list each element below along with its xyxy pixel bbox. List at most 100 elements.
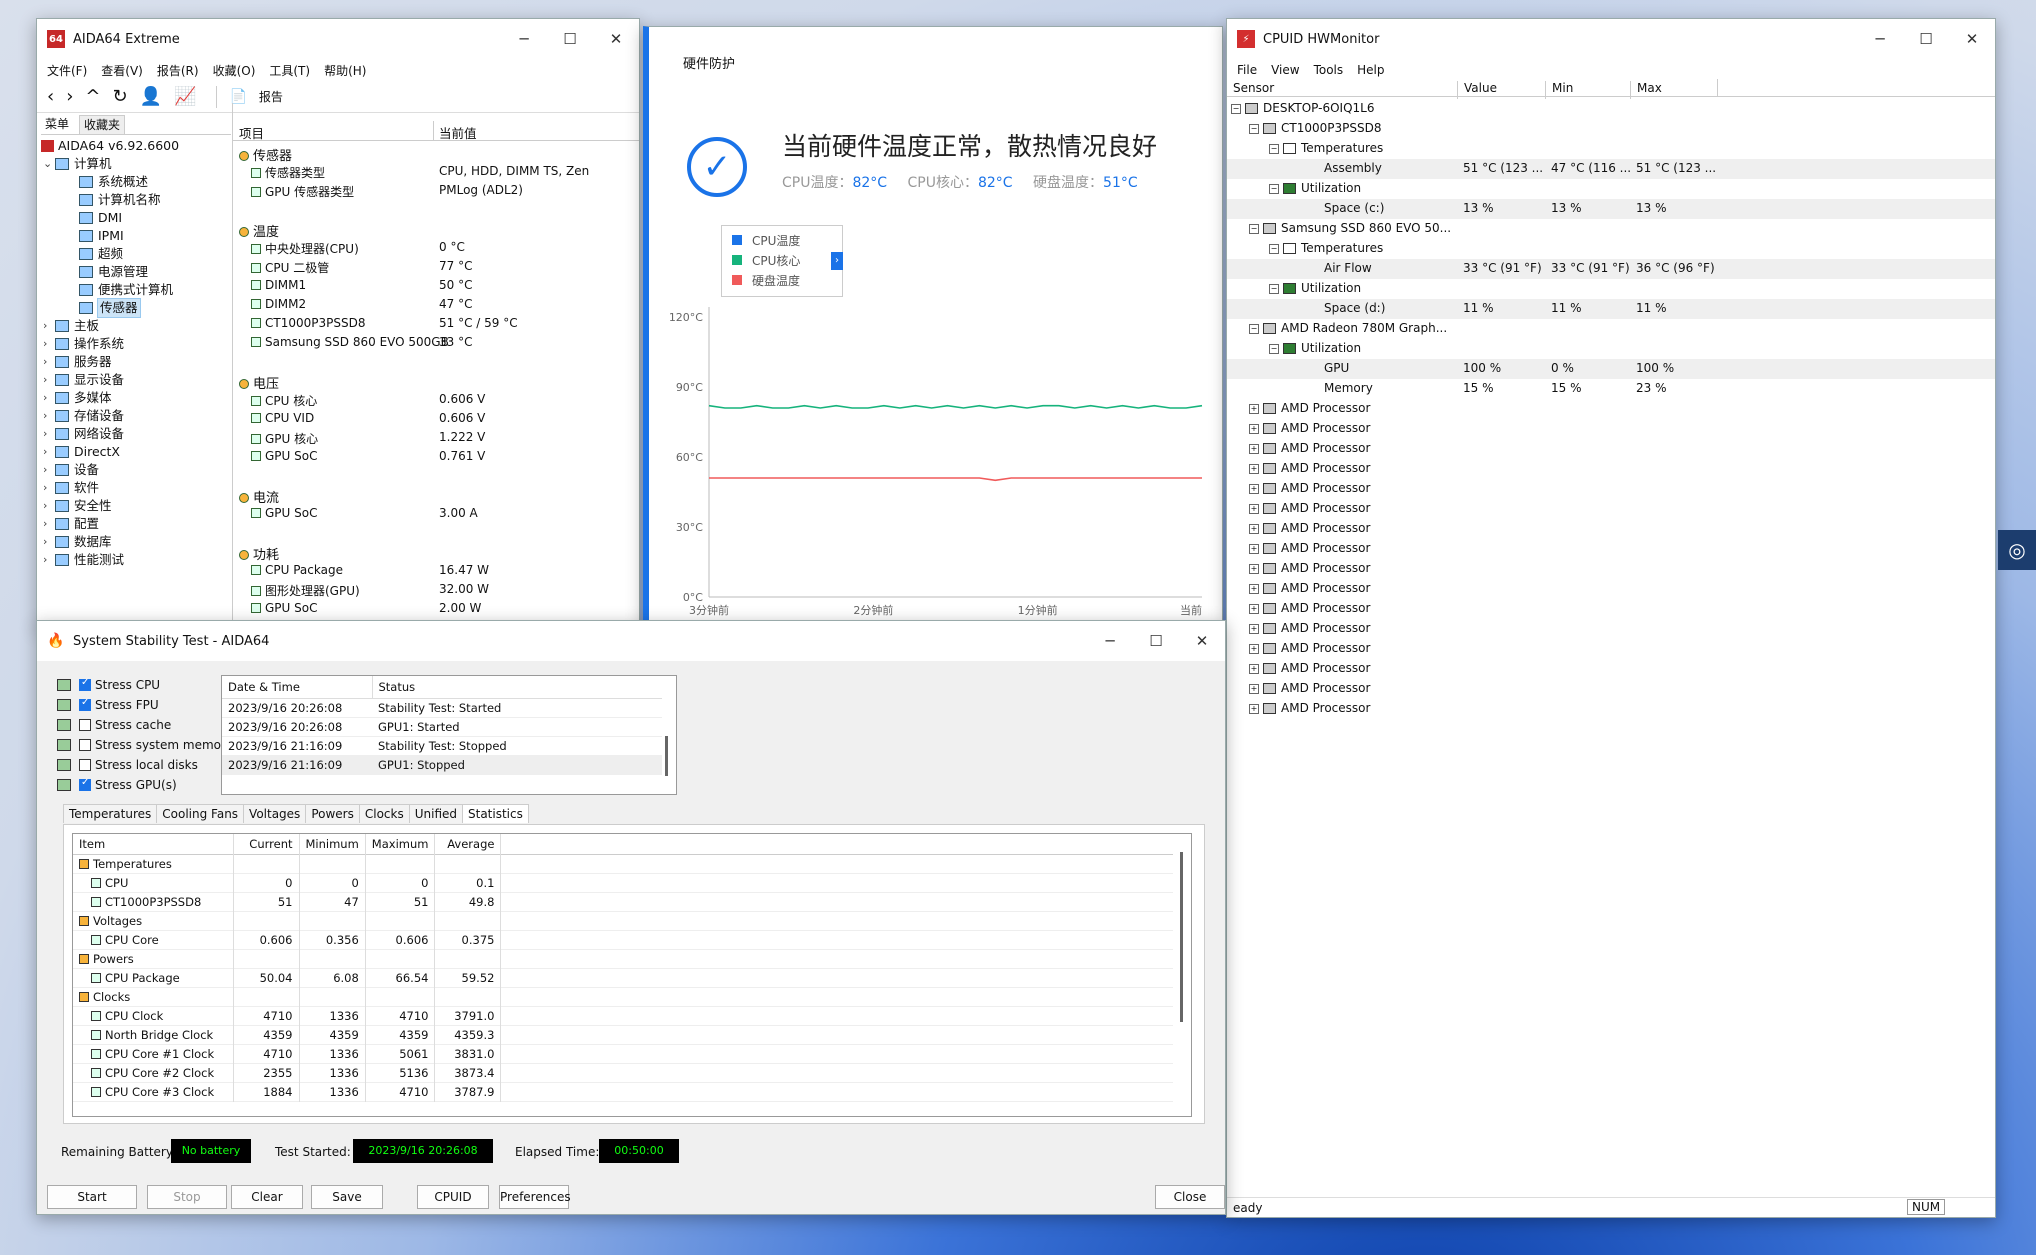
close-button[interactable]: ✕ [593,30,639,48]
expand-toggle-icon[interactable]: − [1269,244,1279,254]
expand-icon[interactable]: › [43,443,55,461]
sensor-row[interactable]: GPU 核心 1.222 V [251,430,639,447]
expand-toggle-icon[interactable]: + [1249,584,1259,594]
hwm-row[interactable]: + AMD Processor [1227,519,1995,539]
expand-icon[interactable]: › [43,551,55,569]
menu-item[interactable]: 报告(R) [157,62,199,79]
stat-group-row[interactable]: Powers [73,949,1173,968]
stat-row[interactable]: CPU Core #1 Clock 4710 1336 5061 3831.0 [73,1044,1173,1063]
expand-icon[interactable]: › [43,317,55,335]
tree-item[interactable]: › 显示设备 [41,371,231,389]
expand-toggle-icon[interactable]: + [1249,484,1259,494]
sensor-row[interactable]: CPU 二极管 77 °C [251,259,639,276]
menu-item[interactable]: 收藏(O) [213,62,256,79]
hwm-menu-item[interactable]: File [1237,63,1257,77]
expand-toggle-icon[interactable]: − [1249,124,1259,134]
tree-item[interactable]: ⌄ 计算机 [41,155,231,173]
hwm-row[interactable]: + AMD Processor [1227,659,1995,679]
expand-icon[interactable]: › [43,389,55,407]
hwm-row[interactable]: Memory 15 % 15 % 23 % [1227,379,1995,399]
sensor-row[interactable]: 图形处理器(GPU) 32.00 W [251,582,639,599]
tree-item[interactable]: › 软件 [41,479,231,497]
expand-icon[interactable]: › [43,335,55,353]
stress-checkbox[interactable] [79,759,91,771]
expand-toggle-icon[interactable]: − [1269,284,1279,294]
hwm-row[interactable]: − Temperatures [1227,239,1995,259]
stress-checkbox[interactable] [79,739,91,751]
log-scrollbar[interactable] [665,736,668,776]
col-max[interactable]: Max [1630,81,1662,99]
hwm-row[interactable]: + AMD Processor [1227,679,1995,699]
expand-icon[interactable]: › [43,407,55,425]
hwm-row[interactable]: − Samsung SSD 860 EVO 50... [1227,219,1995,239]
expand-icon[interactable]: › [43,497,55,515]
expand-toggle-icon[interactable]: + [1249,624,1259,634]
expand-toggle-icon[interactable]: − [1269,184,1279,194]
expand-icon[interactable]: › [43,461,55,479]
stress-checkbox[interactable] [79,777,91,791]
expand-toggle-icon[interactable]: + [1249,444,1259,454]
sensor-row[interactable]: DIMM1 50 °C [251,278,639,292]
hwm-close-button[interactable]: ✕ [1949,30,1995,48]
stat-group-row[interactable]: Clocks [73,987,1173,1006]
log-row[interactable]: 2023/9/16 21:16:09 Stability Test: Stoppe… [222,736,662,755]
hwm-row[interactable]: + AMD Processor [1227,479,1995,499]
tree-item[interactable]: › 网络设备 [41,425,231,443]
sensor-row[interactable]: GPU SoC 0.761 V [251,449,639,463]
hwm-row[interactable]: − Utilization [1227,339,1995,359]
refresh-icon[interactable]: ↻ [113,86,128,107]
stat-col-header[interactable]: Maximum [365,834,436,854]
expand-toggle-icon[interactable]: + [1249,664,1259,674]
tab-unified[interactable]: Unified [408,804,463,823]
expand-icon[interactable]: › [43,353,55,371]
hwmonitor-titlebar[interactable]: ⚡ CPUID HWMonitor ─ ☐ ✕ [1227,19,1995,59]
hwm-row[interactable]: + AMD Processor [1227,499,1995,519]
hwm-row[interactable]: Space (d:) 11 % 11 % 11 % [1227,299,1995,319]
sensor-row[interactable]: CPU VID 0.606 V [251,411,639,425]
tree-item[interactable]: › 数据库 [41,533,231,551]
chart-icon[interactable]: 📈 [174,86,196,107]
expand-toggle-icon[interactable]: + [1249,604,1259,614]
hwm-row[interactable]: + AMD Processor [1227,559,1995,579]
tree-item[interactable]: › 设备 [41,461,231,479]
col-value[interactable]: Value [1457,81,1497,99]
sensor-row[interactable]: CT1000P3PSSD8 51 °C / 59 °C [251,316,639,330]
tree-item[interactable]: DMI [41,209,231,227]
preferences-button[interactable]: Preferences [499,1185,571,1209]
expand-toggle-icon[interactable]: − [1231,104,1241,114]
menu-item[interactable]: 文件(F) [47,62,87,79]
stat-row[interactable]: CPU Core 0.606 0.356 0.606 0.375 [73,930,1173,949]
stat-row[interactable]: CPU Core #2 Clock 2355 1336 5136 3873.4 [73,1063,1173,1082]
log-row[interactable]: 2023/9/16 21:16:09 GPU1: Stopped [222,755,662,774]
menu-item[interactable]: 查看(V) [101,62,143,79]
hwm-row[interactable]: − CT1000P3PSSD8 [1227,119,1995,139]
expand-icon[interactable]: › [43,425,55,443]
col-item-header[interactable]: 项目 [239,123,264,142]
hwm-menu-item[interactable]: Tools [1314,63,1344,77]
hwm-row[interactable]: + AMD Processor [1227,539,1995,559]
expand-toggle-icon[interactable]: + [1249,524,1259,534]
user-icon[interactable]: 👤 [140,86,162,107]
stat-col-header[interactable]: Current [233,834,300,854]
stats-scrollbar[interactable] [1180,852,1183,1022]
stat-row[interactable]: CPU Core #3 Clock 1884 1336 4710 3787.9 [73,1082,1173,1101]
hwm-row[interactable]: − Temperatures [1227,139,1995,159]
sensor-row[interactable]: GPU 传感器类型 PMLog (ADL2) [251,183,639,200]
tree-item[interactable]: › 存储设备 [41,407,231,425]
tree-item[interactable]: › 多媒体 [41,389,231,407]
stat-group-row[interactable]: Temperatures [73,854,1173,873]
tree-item[interactable]: 系统概述 [41,173,231,191]
tree-item[interactable]: 传感器 [41,298,231,318]
sensor-row[interactable]: Samsung SSD 860 EVO 500GB 33 °C [251,335,639,349]
back-icon[interactable]: ‹ [47,86,54,107]
hwm-row[interactable]: + AMD Processor [1227,459,1995,479]
expand-toggle-icon[interactable]: + [1249,464,1259,474]
sst-titlebar[interactable]: 🔥 System Stability Test - AIDA64 ─ ☐ ✕ [37,621,1225,661]
legend-entry[interactable]: CPU核心 [732,252,832,272]
log-row[interactable]: 2023/9/16 20:26:08 GPU1: Started [222,717,662,736]
expand-toggle-icon[interactable]: + [1249,684,1259,694]
minimize-button[interactable]: ─ [501,30,547,48]
tab-powers[interactable]: Powers [305,804,360,823]
hwm-row[interactable]: + AMD Processor [1227,639,1995,659]
stop-button[interactable]: Stop [147,1185,227,1209]
